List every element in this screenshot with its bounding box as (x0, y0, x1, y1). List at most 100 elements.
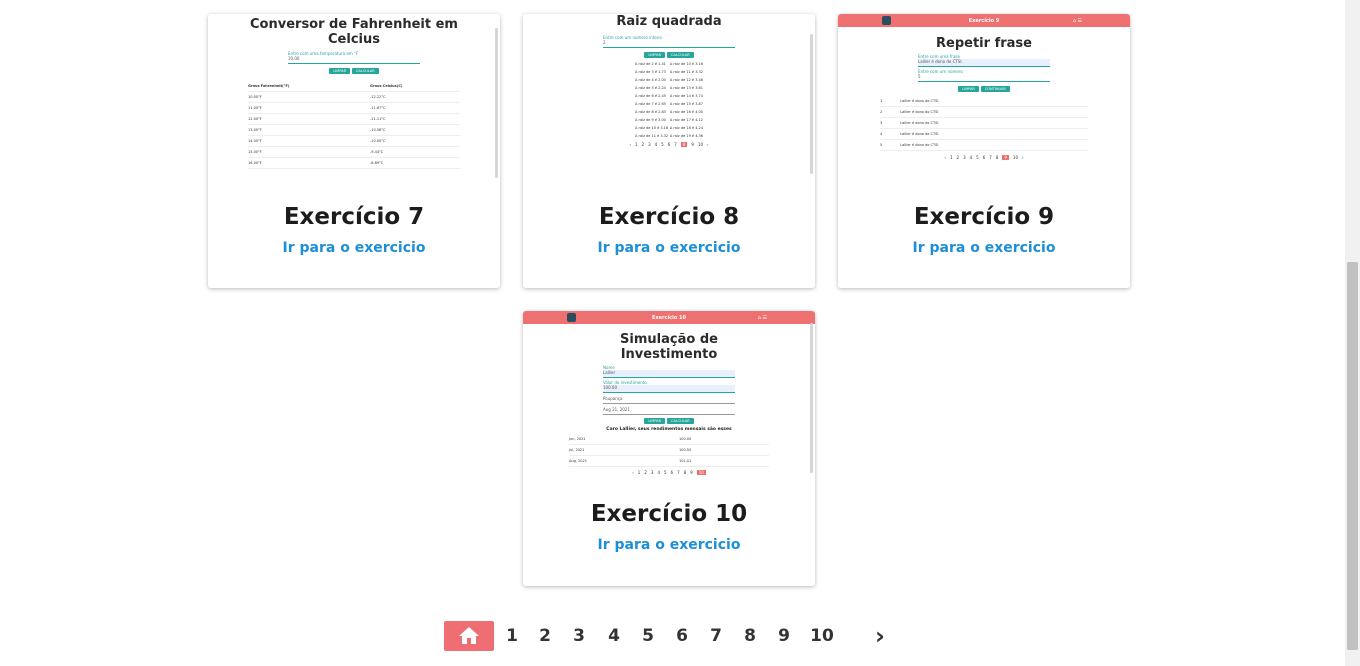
page-link-6[interactable]: 6 (666, 621, 698, 651)
preview-page: 4 (654, 142, 658, 147)
preview-clear-button: LIMPAR (958, 86, 979, 92)
preview-row: 1 Lallier é dono do CTSI (880, 96, 1088, 107)
preview-page: 1 (634, 142, 638, 147)
preview-cell: A raiz de 16 é 4.00 (669, 110, 703, 114)
go-to-exercise-link[interactable]: Ir para o exercicio (523, 240, 815, 256)
preview-cell: 100.50 (679, 448, 692, 452)
preview-row: A raiz de 8 é 2.83 A raiz de 16 é 4.00 (635, 108, 703, 116)
preview-cell: Jul, 2021 (569, 448, 585, 452)
preview-cell: 1 (880, 99, 883, 103)
preview-cell: Lallier é dono do CTSI (900, 143, 939, 147)
preview-col-header: Graus Fahrenheit(°F) (248, 84, 290, 88)
preview-cell: A raiz de 17 é 4.12 (669, 118, 703, 122)
card-title: Exercício 9 (913, 204, 1055, 230)
page-home-button[interactable] (444, 621, 494, 651)
page-link-7[interactable]: 7 (698, 621, 734, 651)
preview-nav-title: Exercício 10 (652, 314, 686, 321)
preview-cell: -12.22°C (370, 95, 386, 99)
preview-page: 5 (661, 142, 664, 147)
preview-calc-button: CALCULAR (667, 52, 694, 58)
page-link-10[interactable]: 10 (802, 621, 842, 651)
preview-heading: Simulação de Investimento (620, 332, 718, 362)
preview-list: 1 Lallier é dono do CTSI 2 Lallier é dono … (880, 96, 1088, 151)
preview-cell: Lallier é dono do CTSI (900, 121, 939, 125)
preview-cell: 12.00°F (248, 117, 262, 121)
go-to-exercise-link[interactable]: Ir para o exercicio (208, 240, 500, 256)
preview-nav-title: Exercício 9 (968, 17, 1000, 24)
preview-input: 100.00 (603, 385, 735, 393)
preview-row: A raiz de 3 é 1.73 A raiz de 11 é 3.32 (635, 68, 703, 76)
preview-row: A raiz de 6 é 2.45 A raiz de 14 é 3.74 (635, 92, 703, 100)
go-to-exercise-link[interactable]: Ir para o exercicio (838, 240, 1130, 256)
preview-cell: -11.11°C (370, 117, 386, 121)
page-link-4[interactable]: 4 (598, 621, 630, 651)
preview-page: 2 (641, 142, 645, 147)
preview-pagination: ‹ 1 2 3 4 5 6 7 8 9 10 (523, 470, 815, 475)
preview-col-header: Graus Celsius(C) (370, 84, 403, 88)
preview-list: Jun, 2021 100.00 Jul, 2021 100.50 Aug, 202… (569, 434, 769, 467)
page-scrollbar-thumb[interactable] (1347, 262, 1358, 650)
preview-cell: A raiz de 19 é 4.36 (669, 134, 703, 138)
preview-continue-button: CONTINUAR (980, 86, 1010, 92)
page-link-5[interactable]: 5 (630, 621, 666, 651)
preview-page: 1 (949, 155, 953, 160)
preview-row: Jul, 2021 100.50 (569, 445, 769, 456)
preview-scrollbar (495, 28, 498, 178)
page-link-1[interactable]: 1 (494, 621, 530, 651)
exercise-10-preview: Exercício 10 ⌂ ☰ Simulação de Investimen… (523, 311, 815, 475)
preview-calc-button: CALCULAR (667, 418, 694, 424)
next-page-chevron-icon[interactable]: › (842, 621, 908, 651)
preview-page: 6 (667, 142, 671, 147)
preview-cell: 2 (880, 110, 883, 114)
preview-pagination: ‹ 1 2 3 4 5 6 7 8 9 10 › (838, 155, 1130, 160)
preview-input: 10.00 (288, 56, 420, 64)
preview-row: A raiz de 5 é 2.24 A raiz de 13 é 3.61 (635, 84, 703, 92)
page-link-8[interactable]: 8 (734, 621, 766, 651)
preview-row: 3 Lallier é dono do CTSI (880, 118, 1088, 129)
preview-cell: A raiz de 8 é 2.83 (635, 110, 666, 114)
exercise-card-7: Conversor de Fahrenheit em Celcius Entre… (208, 14, 500, 288)
preview-logo-icon (882, 16, 891, 25)
preview-page: 8 (683, 470, 687, 475)
preview-cell: A raiz de 15 é 3.87 (669, 102, 703, 106)
preview-page: 2 (956, 155, 960, 160)
preview-page: 9 (690, 470, 693, 475)
preview-cell: 13.00°F (248, 128, 262, 132)
preview-calc-button: CALCULAR (352, 68, 379, 74)
page-link-3[interactable]: 3 (560, 621, 598, 651)
page-scrollbar[interactable] (1345, 0, 1360, 666)
preview-row: A raiz de 11 é 3.32 A raiz de 19 é 4.36 (635, 132, 703, 140)
preview-page: › (1022, 155, 1024, 160)
exercise-card-10: Exercício 10 ⌂ ☰ Simulação de Investimen… (523, 311, 815, 586)
preview-scrollbar (810, 323, 813, 473)
preview-cell: A raiz de 5 é 2.24 (635, 86, 666, 90)
preview-list: A raiz de 2 é 1.41 A raiz de 10 é 3.16 A … (603, 60, 735, 140)
preview-row: 15.00°F -9.44°C (248, 147, 460, 158)
go-to-exercise-link[interactable]: Ir para o exercicio (523, 537, 815, 553)
preview-row: 16.00°F -8.89°C (248, 158, 460, 169)
page-link-9[interactable]: 9 (766, 621, 802, 651)
preview-buttons: LIMPAR CALCULAR (248, 68, 460, 74)
preview-input: 5 (918, 74, 1050, 82)
preview-page: 7 (989, 155, 992, 160)
preview-cell: Jun, 2021 (569, 437, 586, 441)
preview-heading: Repetir frase (936, 36, 1032, 51)
preview-cell: A raiz de 12 é 3.46 (669, 78, 703, 82)
preview-clear-button: LIMPAR (329, 68, 351, 74)
preview-row: 12.00°F -11.11°C (248, 114, 460, 125)
preview-page: ‹ (629, 142, 631, 147)
preview-input: Lallier é dono do CTSI (918, 59, 1050, 67)
preview-heading: Conversor de Fahrenheit em Celcius (250, 17, 458, 47)
exercise-card-8: Raiz quadrada Entre com um número inteir… (523, 14, 815, 288)
preview-cell: A raiz de 10 é 3.16 (635, 126, 669, 130)
preview-page: 6 (670, 470, 674, 475)
page-link-2[interactable]: 2 (530, 621, 560, 651)
preview-cell: Lallier é dono do CTSI (900, 132, 939, 136)
preview-row: A raiz de 7 é 2.65 A raiz de 15 é 3.87 (635, 100, 703, 108)
preview-row: A raiz de 4 é 2.00 A raiz de 12 é 3.46 (635, 76, 703, 84)
preview-cell: -10.56°C (370, 128, 386, 132)
preview-cell: 4 (880, 132, 883, 136)
preview-row: 11.00°F -11.67°C (248, 103, 460, 114)
preview-date: Aug 21, 2021 (603, 407, 735, 415)
preview-nav-icons: ⌂ ☰ (757, 314, 767, 321)
